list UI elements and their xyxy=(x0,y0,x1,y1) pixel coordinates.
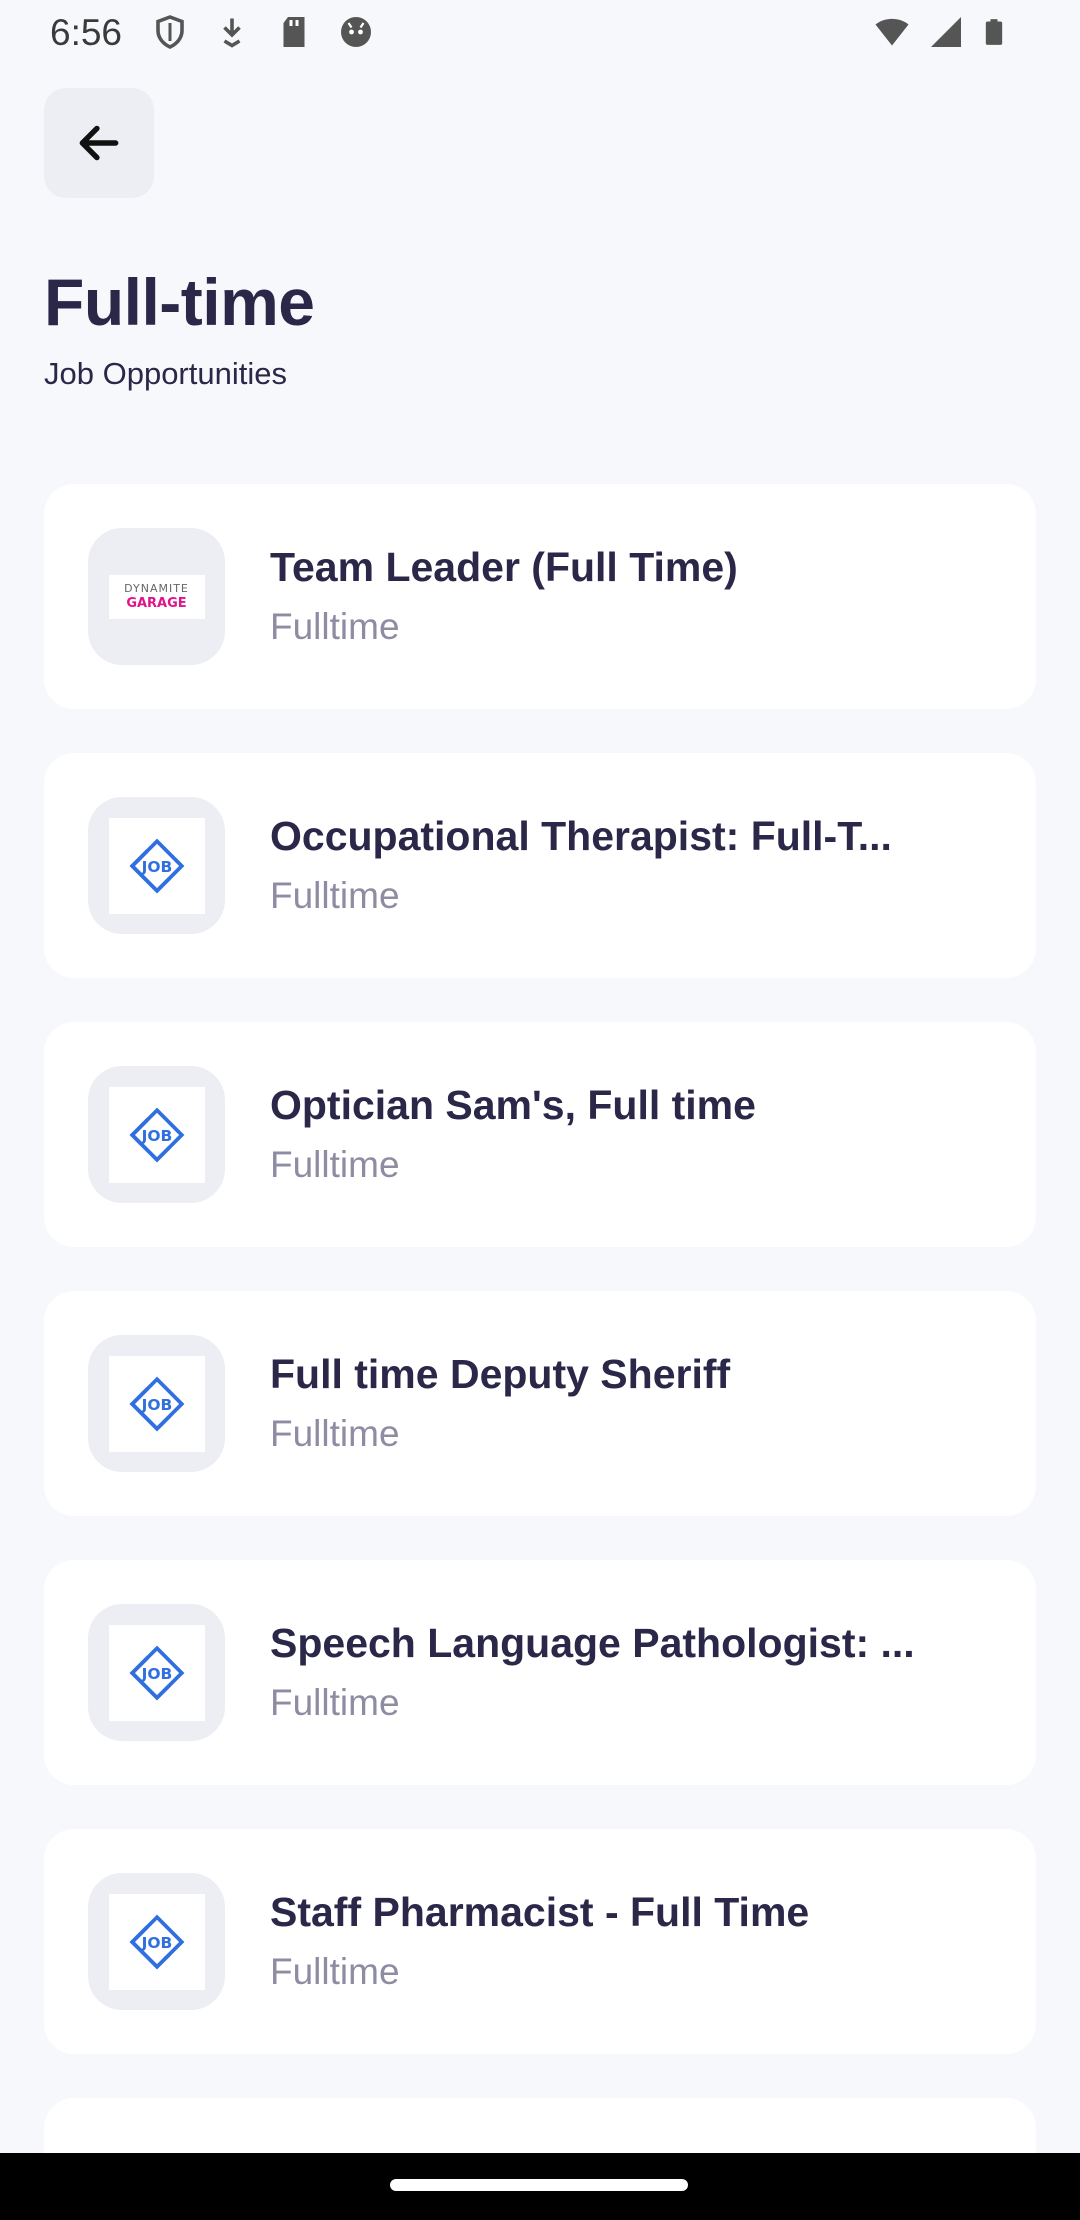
svg-text:JOB: JOB xyxy=(140,1127,172,1145)
svg-text:JOB: JOB xyxy=(140,1934,172,1952)
job-icon: JOB xyxy=(129,1107,184,1162)
job-type: Fulltime xyxy=(270,1144,400,1185)
job-card[interactable]: JOB Occupational Therapist: Full-T... Fu… xyxy=(44,753,1036,978)
company-logo: JOB xyxy=(88,1066,225,1203)
status-icons-left xyxy=(152,14,374,50)
arrow-left-icon xyxy=(79,125,119,161)
job-card[interactable]: JOB Optician Sam's, Full time Fulltime xyxy=(44,1022,1036,1247)
job-title: Staff Pharmacist - Full Time xyxy=(270,1889,810,1935)
page-title: Full-time xyxy=(44,265,315,339)
company-logo: JOB xyxy=(88,1873,225,2010)
job-card[interactable]: DYNAMITE GARAGE Team Leader (Full Time) … xyxy=(44,484,1036,709)
company-logo: DYNAMITE GARAGE xyxy=(88,528,225,665)
battery-icon xyxy=(985,19,1003,45)
job-type: Fulltime xyxy=(270,875,400,916)
status-icons-right xyxy=(872,14,1008,50)
job-card[interactable]: JOB Staff Pharmacist - Full Time Fulltim… xyxy=(44,1829,1036,2054)
page-subtitle: Job Opportunities xyxy=(44,356,287,391)
job-card-partial[interactable] xyxy=(44,2098,1036,2158)
job-icon: JOB xyxy=(129,838,184,893)
job-icon: JOB xyxy=(129,1914,184,1969)
job-type: Fulltime xyxy=(270,606,400,647)
company-logo: JOB xyxy=(88,797,225,934)
job-card[interactable]: JOB Speech Language Pathologist: ... Ful… xyxy=(44,1560,1036,1785)
job-title: Occupational Therapist: Full-T... xyxy=(270,813,892,859)
job-card[interactable]: JOB Full time Deputy Sheriff Fulltime xyxy=(44,1291,1036,1516)
navigation-bar xyxy=(0,2153,1080,2220)
svg-text:JOB: JOB xyxy=(140,858,172,876)
job-title: Full time Deputy Sheriff xyxy=(270,1351,731,1397)
job-title: Optician Sam's, Full time xyxy=(270,1082,756,1128)
status-time: 6:56 xyxy=(50,12,123,53)
sd-card-icon xyxy=(283,17,305,47)
job-icon: JOB xyxy=(129,1376,184,1431)
job-list: DYNAMITE GARAGE Team Leader (Full Time) … xyxy=(44,484,1036,2158)
job-type: Fulltime xyxy=(270,1951,400,1992)
dynamite-garage-logo: DYNAMITE GARAGE xyxy=(108,574,205,619)
download-icon xyxy=(223,18,241,48)
signal-icon xyxy=(931,17,961,47)
back-button[interactable] xyxy=(44,88,154,198)
home-indicator[interactable] xyxy=(390,2179,688,2191)
job-icon: JOB xyxy=(129,1645,184,1700)
svg-text:JOB: JOB xyxy=(140,1396,172,1414)
svg-text:JOB: JOB xyxy=(140,1665,172,1683)
status-bar: 6:56 xyxy=(0,0,1080,66)
job-type: Fulltime xyxy=(270,1682,400,1723)
job-title: Speech Language Pathologist: ... xyxy=(270,1620,915,1666)
android-icon xyxy=(341,17,371,47)
company-logo: JOB xyxy=(88,1335,225,1472)
company-logo: JOB xyxy=(88,1604,225,1741)
shield-icon xyxy=(156,15,184,49)
wifi-icon xyxy=(875,18,909,46)
job-title: Team Leader (Full Time) xyxy=(270,544,738,590)
job-type: Fulltime xyxy=(270,1413,400,1454)
